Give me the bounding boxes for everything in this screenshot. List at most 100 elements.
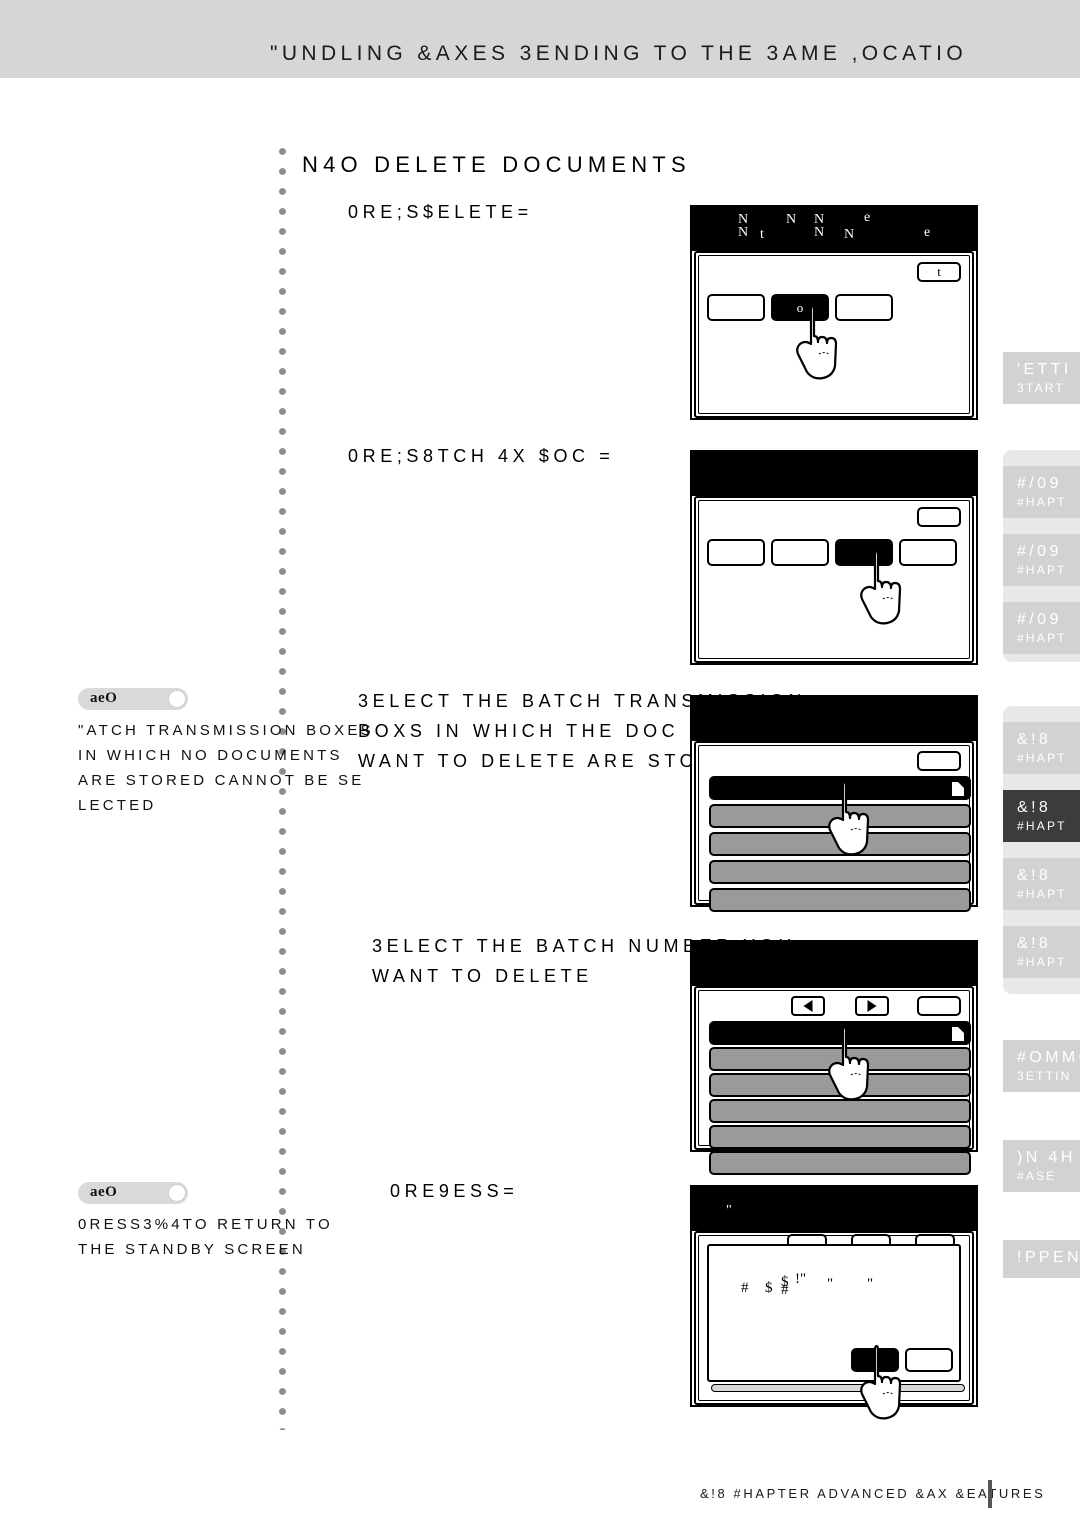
title-glyph: e <box>924 225 931 240</box>
lcd-bezel <box>690 940 978 1175</box>
lcd-screen-inner: t o <box>698 255 970 414</box>
title-glyph: t <box>760 227 764 242</box>
softkey-4[interactable] <box>899 539 957 566</box>
note-badge-knob-icon <box>168 1184 186 1202</box>
lcd-bezel: N N N e N t N N e t o <box>690 205 978 420</box>
title-glyph: " <box>726 1203 732 1218</box>
list-item[interactable] <box>709 832 971 856</box>
list-item[interactable] <box>709 776 971 800</box>
tab-label-main: #/09 <box>1017 611 1062 628</box>
document-icon <box>951 1026 965 1042</box>
tab-fax-3[interactable]: &!8 #HAPT <box>1003 858 1080 910</box>
lcd-screen <box>694 496 974 663</box>
tab-label-main: #/09 <box>1017 543 1062 560</box>
list-item[interactable] <box>709 888 971 912</box>
dialog-shadow-bar <box>711 1384 965 1392</box>
list-item[interactable] <box>709 1151 971 1175</box>
body-glyph: # <box>741 1280 749 1296</box>
status-key[interactable] <box>917 507 961 527</box>
body-glyph: " <box>827 1276 834 1292</box>
list-item[interactable] <box>709 804 971 828</box>
body-glyph: " <box>867 1276 874 1292</box>
next-page-button[interactable] <box>855 996 889 1016</box>
tab-in-the-case[interactable]: )N 4H #ASE <box>1003 1140 1080 1192</box>
lcd-bezel <box>690 450 978 665</box>
list-item[interactable] <box>709 1125 971 1149</box>
list-item[interactable] <box>709 1047 971 1071</box>
lcd-screen <box>694 741 974 912</box>
tab-copy-2[interactable]: #/09 #HAPT <box>1003 534 1080 586</box>
tab-fax-4[interactable]: &!8 #HAPT <box>1003 926 1080 978</box>
tab-fax-1[interactable]: &!8 #HAPT <box>1003 722 1080 774</box>
softkey-3-selected[interactable] <box>835 539 893 566</box>
title-glyph: N <box>738 225 749 240</box>
prev-page-button[interactable] <box>791 996 825 1016</box>
lcd-titlebar <box>692 942 976 986</box>
note-badge: aeO <box>78 688 188 710</box>
tab-label-main: &!8 <box>1017 935 1052 952</box>
title-glyph: N <box>844 227 855 242</box>
lcd-panel-delete-select: N N N e N t N N e t o <box>690 205 978 420</box>
tab-common-settings[interactable]: #OMMO 3ETTIN <box>1003 1040 1080 1092</box>
lcd-panel-batch-box-list <box>690 695 978 912</box>
note-return-standby: aeO 0RESS3%4TO RETURN TO THE STANDBY SCR… <box>78 1182 378 1262</box>
tab-label-main: &!8 <box>1017 731 1052 748</box>
step-5-instruction: 0RE9ESS= <box>390 1181 519 1201</box>
lcd-screen-inner <box>698 990 971 1175</box>
confirm-button-label: ! <box>872 1352 878 1367</box>
lcd-panel-batch-tx-doc <box>690 450 978 665</box>
tab-copy-1[interactable]: #/09 #HAPT <box>1003 466 1080 518</box>
tab-label-main: !PPEND <box>1017 1249 1080 1266</box>
tab-label-sub: #HAPT <box>1017 631 1067 645</box>
list-item[interactable] <box>709 860 971 884</box>
softkey-2-selected[interactable]: o <box>771 294 829 321</box>
step-2-instruction: 0RE;S8TCH 4X $OC = <box>348 446 615 466</box>
lcd-panel-confirm-delete: " # $ $ !" " # " ! <box>690 1185 978 1420</box>
cancel-button[interactable] <box>905 1348 953 1372</box>
chevron-left-icon <box>803 1000 813 1012</box>
list-item[interactable] <box>709 1073 971 1097</box>
confirm-button[interactable]: ! <box>851 1348 899 1372</box>
softkey-1[interactable] <box>707 539 765 566</box>
confirm-dialog-body: # $ $ !" " # " ! <box>707 1244 961 1382</box>
section-heading: N4O DELETE DOCUMENTS <box>302 152 691 177</box>
tab-label-main: )N 4H <box>1017 1149 1076 1166</box>
status-key-label: t <box>937 264 941 279</box>
list-item[interactable] <box>709 1099 971 1123</box>
tab-label-main: 'ETTI <box>1017 361 1072 378</box>
lcd-titlebar <box>692 452 976 496</box>
footer-divider <box>988 1480 992 1508</box>
body-glyph: $ <box>765 1280 773 1296</box>
softkey-label: o <box>796 299 804 315</box>
chevron-right-icon <box>867 1000 877 1012</box>
tab-label-sub: #HAPT <box>1017 887 1067 901</box>
lcd-screen-inner: # $ $ !" " # " ! <box>698 1234 970 1420</box>
page-footer: &!8 #HAPTER ADVANCED &AX &EATURES <box>0 1480 1080 1516</box>
page-header-band <box>0 0 1080 78</box>
status-key[interactable]: t <box>917 262 961 282</box>
lcd-titlebar: N N N e N t N N e <box>692 207 976 251</box>
step-1-instruction: 0RE;S$ELETE= <box>348 202 533 222</box>
lcd-screen: t o <box>694 251 974 418</box>
list-item[interactable] <box>709 1021 971 1045</box>
tab-appendix[interactable]: !PPEND <box>1003 1240 1080 1278</box>
document-icon <box>951 781 965 797</box>
lcd-screen <box>694 986 974 1175</box>
status-key[interactable] <box>917 751 961 771</box>
softkey-2[interactable] <box>771 539 829 566</box>
tab-copy-3[interactable]: #/09 #HAPT <box>1003 602 1080 654</box>
tab-label-sub: #HAPT <box>1017 495 1067 509</box>
softkey-1[interactable] <box>707 294 765 321</box>
tab-label-sub: #HAPT <box>1017 819 1067 833</box>
page-title: "UNDLING &AXES 3ENDING TO THE 3AME ,OCAT… <box>270 42 968 65</box>
tab-label-sub: 3ETTIN <box>1017 1069 1072 1083</box>
note-badge-label: aeO <box>90 1184 118 1200</box>
tab-getting-started[interactable]: 'ETTI 3TART <box>1003 352 1080 404</box>
tab-label-main: &!8 <box>1017 799 1052 816</box>
softkey-3[interactable] <box>835 294 893 321</box>
status-key[interactable] <box>917 996 961 1016</box>
tab-fax-2-active[interactable]: &!8 #HAPT <box>1003 790 1080 842</box>
lcd-screen-inner <box>698 745 971 912</box>
footer-chapter-label: &!8 #HAPTER ADVANCED &AX &EATURES <box>700 1486 1046 1501</box>
tab-label-main: &!8 <box>1017 867 1052 884</box>
